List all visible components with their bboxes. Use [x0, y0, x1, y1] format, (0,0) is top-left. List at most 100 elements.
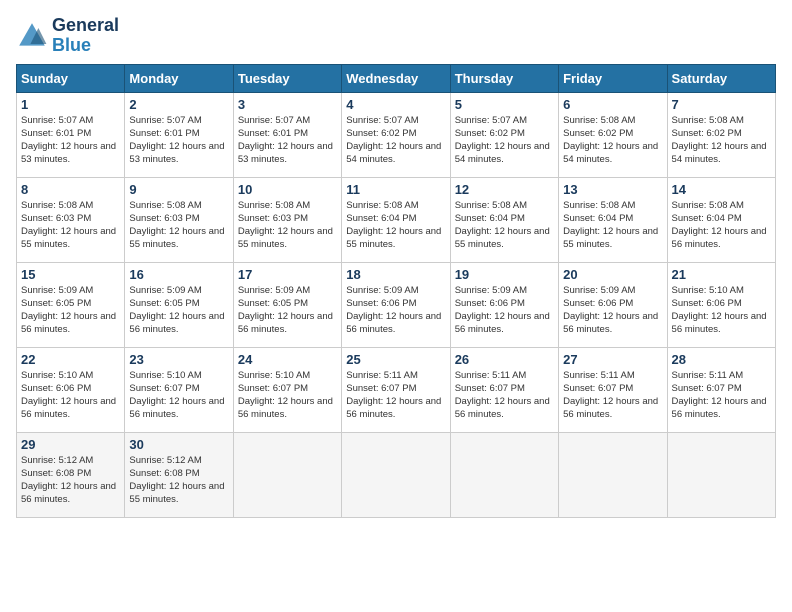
logo-text: General Blue	[52, 16, 119, 56]
day-number-21: 21	[672, 267, 771, 282]
logo-icon	[16, 20, 48, 52]
empty-cell-w4-d4	[450, 432, 558, 517]
day-info-3: Sunrise: 5:07 AM Sunset: 6:01 PM Dayligh…	[238, 114, 337, 167]
day-number-10: 10	[238, 182, 337, 197]
day-info-7: Sunrise: 5:08 AM Sunset: 6:02 PM Dayligh…	[672, 114, 771, 167]
day-number-24: 24	[238, 352, 337, 367]
day-number-23: 23	[129, 352, 228, 367]
week-row-4: 22 Sunrise: 5:10 AM Sunset: 6:06 PM Dayl…	[17, 347, 776, 432]
day-info-8: Sunrise: 5:08 AM Sunset: 6:03 PM Dayligh…	[21, 199, 120, 252]
empty-cell-w4-d3	[342, 432, 450, 517]
week-row-1: 1 Sunrise: 5:07 AM Sunset: 6:01 PM Dayli…	[17, 92, 776, 177]
header-friday: Friday	[559, 64, 667, 92]
day-info-19: Sunrise: 5:09 AM Sunset: 6:06 PM Dayligh…	[455, 284, 554, 337]
header-tuesday: Tuesday	[233, 64, 341, 92]
day-info-11: Sunrise: 5:08 AM Sunset: 6:04 PM Dayligh…	[346, 199, 445, 252]
day-info-28: Sunrise: 5:11 AM Sunset: 6:07 PM Dayligh…	[672, 369, 771, 422]
day-number-27: 27	[563, 352, 662, 367]
day-cell-23: 23 Sunrise: 5:10 AM Sunset: 6:07 PM Dayl…	[125, 347, 233, 432]
week-row-3: 15 Sunrise: 5:09 AM Sunset: 6:05 PM Dayl…	[17, 262, 776, 347]
day-info-20: Sunrise: 5:09 AM Sunset: 6:06 PM Dayligh…	[563, 284, 662, 337]
day-info-12: Sunrise: 5:08 AM Sunset: 6:04 PM Dayligh…	[455, 199, 554, 252]
header-sunday: Sunday	[17, 64, 125, 92]
day-info-10: Sunrise: 5:08 AM Sunset: 6:03 PM Dayligh…	[238, 199, 337, 252]
day-info-26: Sunrise: 5:11 AM Sunset: 6:07 PM Dayligh…	[455, 369, 554, 422]
day-cell-16: 16 Sunrise: 5:09 AM Sunset: 6:05 PM Dayl…	[125, 262, 233, 347]
day-info-30: Sunrise: 5:12 AM Sunset: 6:08 PM Dayligh…	[129, 454, 228, 507]
day-info-24: Sunrise: 5:10 AM Sunset: 6:07 PM Dayligh…	[238, 369, 337, 422]
week-row-5: 29 Sunrise: 5:12 AM Sunset: 6:08 PM Dayl…	[17, 432, 776, 517]
day-cell-17: 17 Sunrise: 5:09 AM Sunset: 6:05 PM Dayl…	[233, 262, 341, 347]
day-info-14: Sunrise: 5:08 AM Sunset: 6:04 PM Dayligh…	[672, 199, 771, 252]
day-info-13: Sunrise: 5:08 AM Sunset: 6:04 PM Dayligh…	[563, 199, 662, 252]
empty-cell-w4-d5	[559, 432, 667, 517]
day-cell-14: 14 Sunrise: 5:08 AM Sunset: 6:04 PM Dayl…	[667, 177, 775, 262]
day-number-8: 8	[21, 182, 120, 197]
day-number-2: 2	[129, 97, 228, 112]
calendar-table: Sunday Monday Tuesday Wednesday Thursday…	[16, 64, 776, 518]
day-info-21: Sunrise: 5:10 AM Sunset: 6:06 PM Dayligh…	[672, 284, 771, 337]
empty-cell-w4-d6	[667, 432, 775, 517]
day-cell-22: 22 Sunrise: 5:10 AM Sunset: 6:06 PM Dayl…	[17, 347, 125, 432]
empty-cell-w4-d2	[233, 432, 341, 517]
day-number-1: 1	[21, 97, 120, 112]
day-cell-13: 13 Sunrise: 5:08 AM Sunset: 6:04 PM Dayl…	[559, 177, 667, 262]
day-info-4: Sunrise: 5:07 AM Sunset: 6:02 PM Dayligh…	[346, 114, 445, 167]
day-number-6: 6	[563, 97, 662, 112]
week-row-2: 8 Sunrise: 5:08 AM Sunset: 6:03 PM Dayli…	[17, 177, 776, 262]
day-cell-29: 29 Sunrise: 5:12 AM Sunset: 6:08 PM Dayl…	[17, 432, 125, 517]
day-info-5: Sunrise: 5:07 AM Sunset: 6:02 PM Dayligh…	[455, 114, 554, 167]
day-cell-20: 20 Sunrise: 5:09 AM Sunset: 6:06 PM Dayl…	[559, 262, 667, 347]
day-number-18: 18	[346, 267, 445, 282]
day-cell-18: 18 Sunrise: 5:09 AM Sunset: 6:06 PM Dayl…	[342, 262, 450, 347]
day-info-25: Sunrise: 5:11 AM Sunset: 6:07 PM Dayligh…	[346, 369, 445, 422]
day-cell-1: 1 Sunrise: 5:07 AM Sunset: 6:01 PM Dayli…	[17, 92, 125, 177]
day-info-16: Sunrise: 5:09 AM Sunset: 6:05 PM Dayligh…	[129, 284, 228, 337]
weekday-header-row: Sunday Monday Tuesday Wednesday Thursday…	[17, 64, 776, 92]
day-info-22: Sunrise: 5:10 AM Sunset: 6:06 PM Dayligh…	[21, 369, 120, 422]
day-info-6: Sunrise: 5:08 AM Sunset: 6:02 PM Dayligh…	[563, 114, 662, 167]
day-cell-15: 15 Sunrise: 5:09 AM Sunset: 6:05 PM Dayl…	[17, 262, 125, 347]
day-number-13: 13	[563, 182, 662, 197]
day-number-19: 19	[455, 267, 554, 282]
day-cell-8: 8 Sunrise: 5:08 AM Sunset: 6:03 PM Dayli…	[17, 177, 125, 262]
day-number-20: 20	[563, 267, 662, 282]
day-cell-28: 28 Sunrise: 5:11 AM Sunset: 6:07 PM Dayl…	[667, 347, 775, 432]
day-cell-27: 27 Sunrise: 5:11 AM Sunset: 6:07 PM Dayl…	[559, 347, 667, 432]
day-cell-9: 9 Sunrise: 5:08 AM Sunset: 6:03 PM Dayli…	[125, 177, 233, 262]
day-number-15: 15	[21, 267, 120, 282]
day-info-2: Sunrise: 5:07 AM Sunset: 6:01 PM Dayligh…	[129, 114, 228, 167]
day-number-4: 4	[346, 97, 445, 112]
day-cell-5: 5 Sunrise: 5:07 AM Sunset: 6:02 PM Dayli…	[450, 92, 558, 177]
day-number-3: 3	[238, 97, 337, 112]
day-number-12: 12	[455, 182, 554, 197]
day-info-17: Sunrise: 5:09 AM Sunset: 6:05 PM Dayligh…	[238, 284, 337, 337]
day-cell-19: 19 Sunrise: 5:09 AM Sunset: 6:06 PM Dayl…	[450, 262, 558, 347]
day-number-30: 30	[129, 437, 228, 452]
day-cell-10: 10 Sunrise: 5:08 AM Sunset: 6:03 PM Dayl…	[233, 177, 341, 262]
day-number-17: 17	[238, 267, 337, 282]
day-cell-2: 2 Sunrise: 5:07 AM Sunset: 6:01 PM Dayli…	[125, 92, 233, 177]
header-thursday: Thursday	[450, 64, 558, 92]
day-number-29: 29	[21, 437, 120, 452]
day-cell-4: 4 Sunrise: 5:07 AM Sunset: 6:02 PM Dayli…	[342, 92, 450, 177]
day-number-25: 25	[346, 352, 445, 367]
header-saturday: Saturday	[667, 64, 775, 92]
day-cell-30: 30 Sunrise: 5:12 AM Sunset: 6:08 PM Dayl…	[125, 432, 233, 517]
day-cell-7: 7 Sunrise: 5:08 AM Sunset: 6:02 PM Dayli…	[667, 92, 775, 177]
header-wednesday: Wednesday	[342, 64, 450, 92]
day-number-11: 11	[346, 182, 445, 197]
day-info-15: Sunrise: 5:09 AM Sunset: 6:05 PM Dayligh…	[21, 284, 120, 337]
day-number-14: 14	[672, 182, 771, 197]
day-cell-3: 3 Sunrise: 5:07 AM Sunset: 6:01 PM Dayli…	[233, 92, 341, 177]
day-number-22: 22	[21, 352, 120, 367]
page-header: General Blue	[16, 16, 776, 56]
day-number-7: 7	[672, 97, 771, 112]
day-info-27: Sunrise: 5:11 AM Sunset: 6:07 PM Dayligh…	[563, 369, 662, 422]
day-number-16: 16	[129, 267, 228, 282]
day-number-26: 26	[455, 352, 554, 367]
day-cell-11: 11 Sunrise: 5:08 AM Sunset: 6:04 PM Dayl…	[342, 177, 450, 262]
day-cell-21: 21 Sunrise: 5:10 AM Sunset: 6:06 PM Dayl…	[667, 262, 775, 347]
day-info-1: Sunrise: 5:07 AM Sunset: 6:01 PM Dayligh…	[21, 114, 120, 167]
day-cell-25: 25 Sunrise: 5:11 AM Sunset: 6:07 PM Dayl…	[342, 347, 450, 432]
